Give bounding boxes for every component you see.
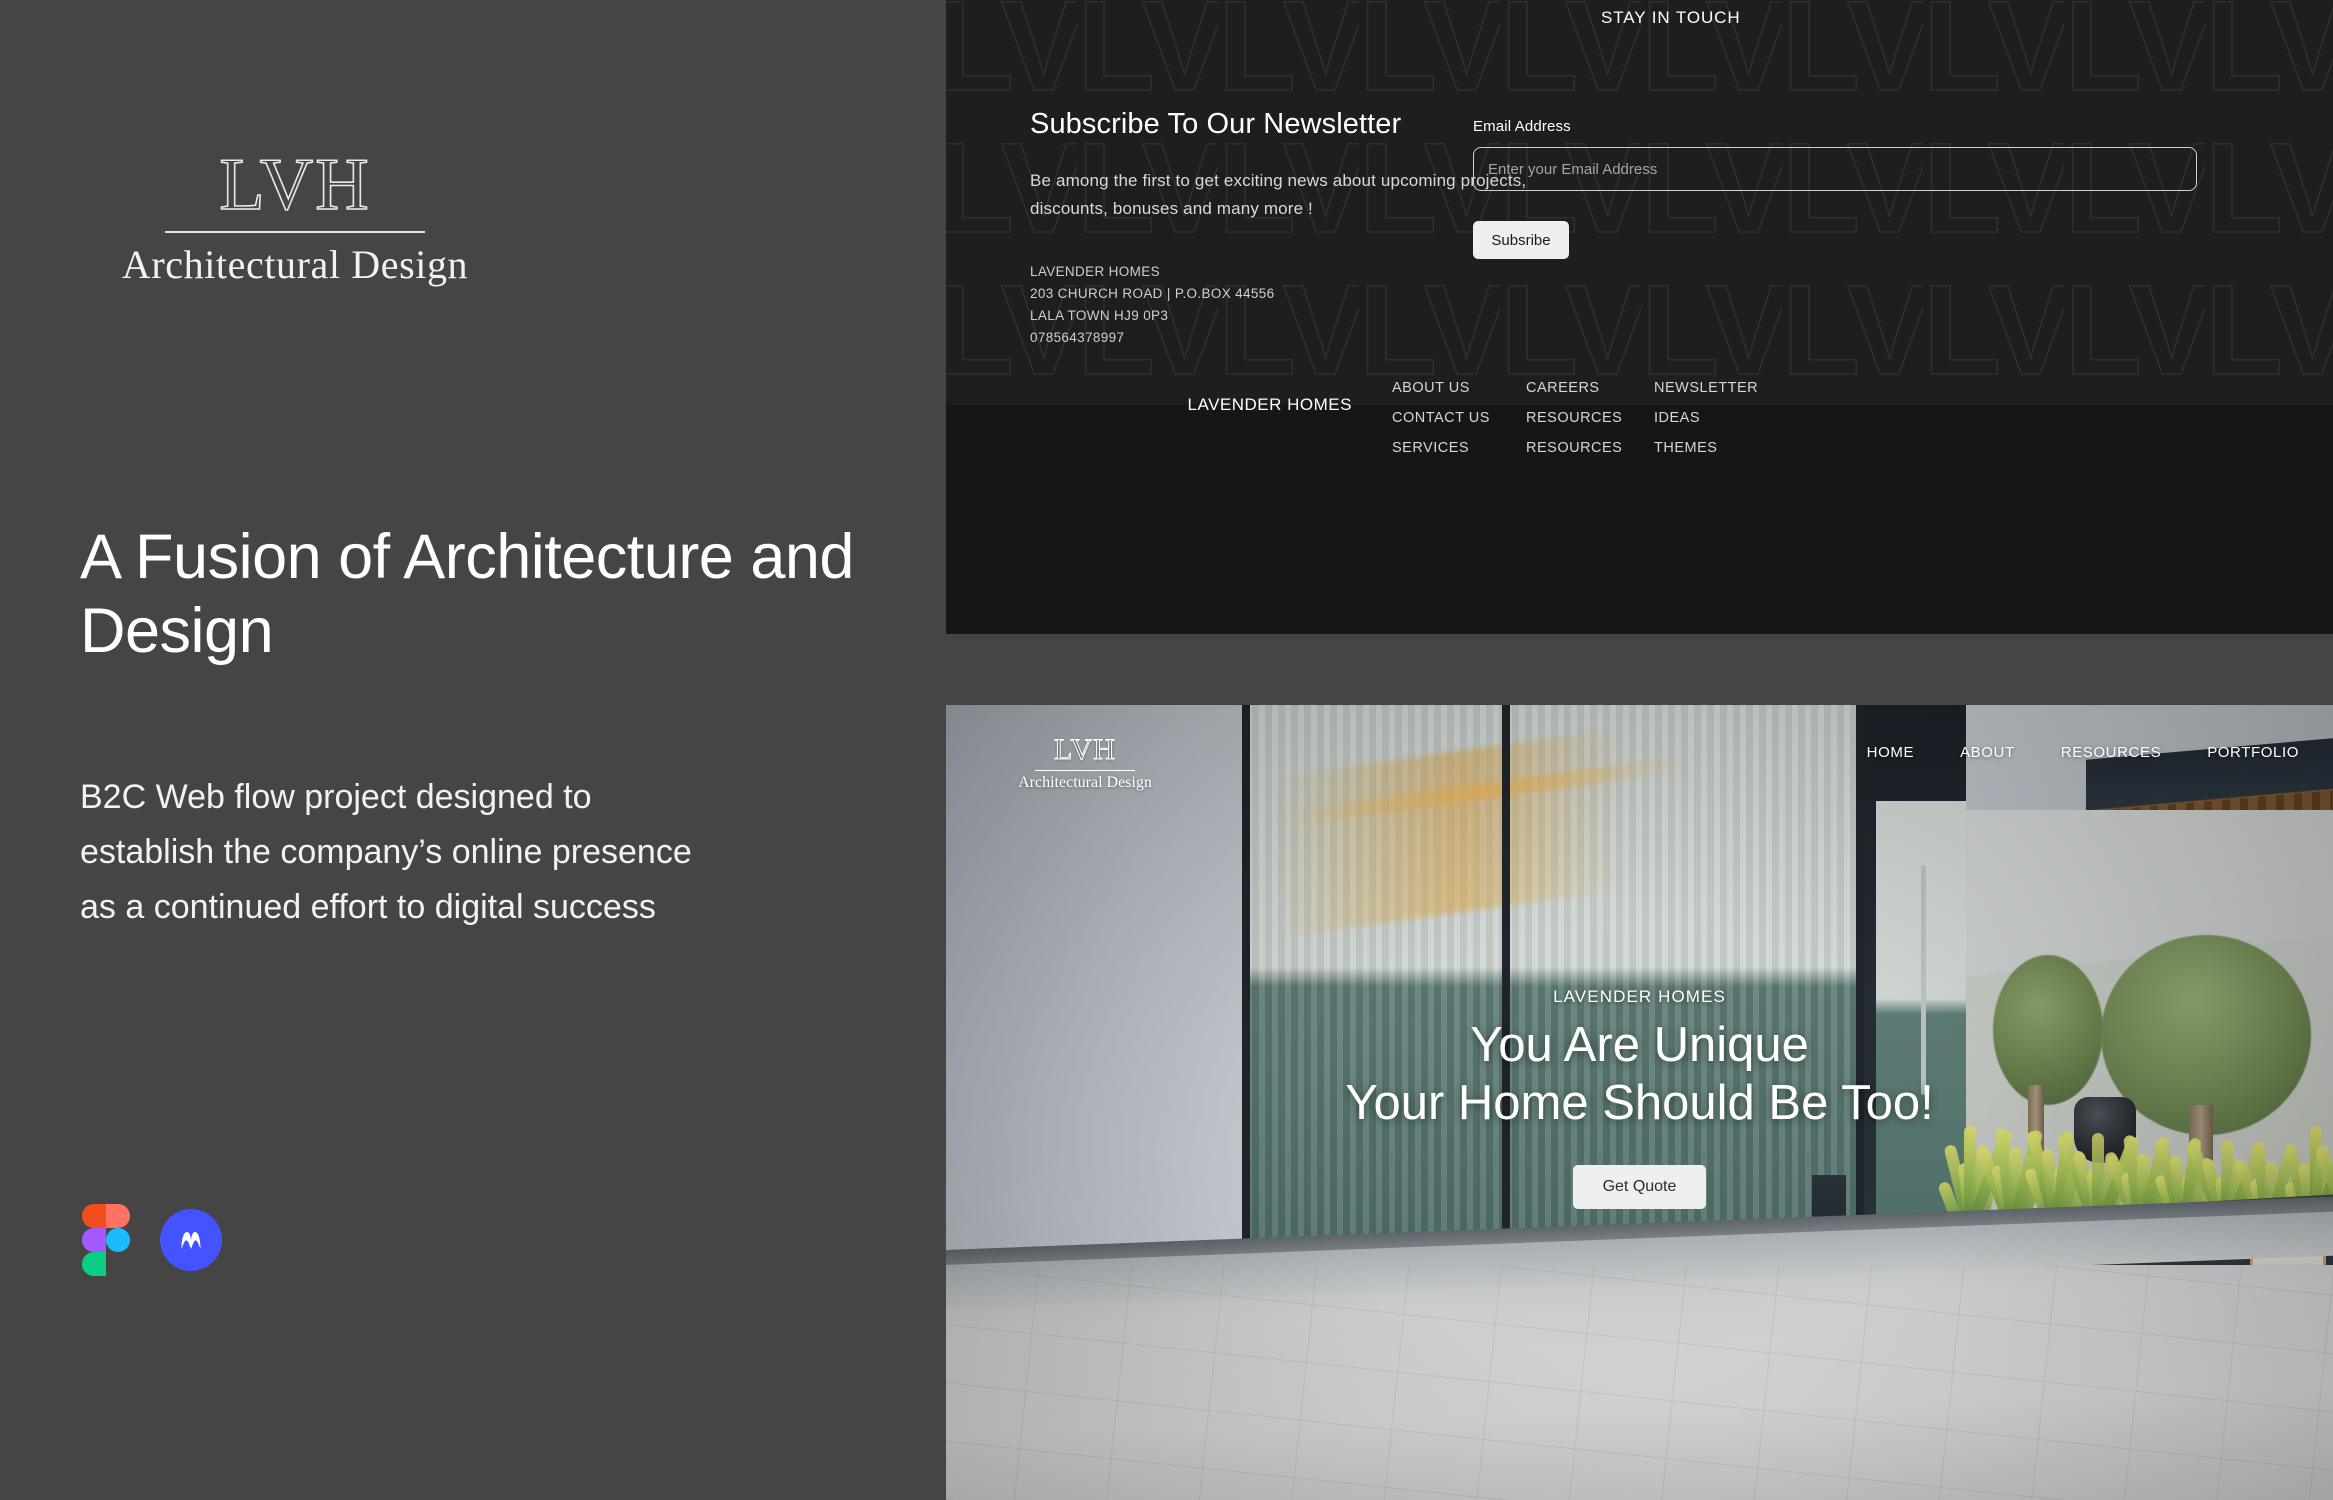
- project-description: B2C Web flow project designed to establi…: [80, 778, 692, 927]
- brand-logo: LVH Architectural Design: [80, 144, 510, 288]
- hero-lvh-monogram: LVH: [1054, 733, 1116, 766]
- email-field-label: Email Address: [1473, 118, 1571, 135]
- hero-title: You Are Unique Your Home Should Be Too!: [946, 1017, 2333, 1133]
- footer-link-ideas[interactable]: IDEAS: [1654, 403, 1758, 433]
- newsletter-form: Email Address Subsribe: [1473, 118, 2213, 259]
- company-address: LAVENDER HOMES 203 CHURCH ROAD | P.O.BOX…: [1030, 261, 1590, 348]
- footer-link-careers[interactable]: CAREERS: [1526, 373, 1622, 403]
- hero-logo-divider: [1035, 770, 1135, 772]
- nav-link-resources[interactable]: RESOURCES: [2061, 744, 2161, 761]
- subscribe-button[interactable]: Subsribe: [1473, 221, 1569, 259]
- hero-navigation: HOME ABOUT RESOURCES PORTFOLIO: [1867, 744, 2299, 761]
- lvh-monogram: LVH: [219, 144, 371, 226]
- footer-link-about-us[interactable]: ABOUT US: [1392, 373, 1490, 403]
- address-line-phone: 078564378997: [1030, 329, 1125, 345]
- page-title: A Fusion of Architecture and Design: [80, 522, 854, 667]
- footer-column-1: ABOUT US CONTACT US SERVICES: [1392, 373, 1490, 463]
- address-line-company: LAVENDER HOMES: [1030, 264, 1160, 280]
- logo-divider: [165, 231, 425, 233]
- hero-content: LAVENDER HOMES You Are Unique Your Home …: [946, 987, 2333, 1209]
- figma-logo-icon: [82, 1204, 130, 1276]
- newsletter-section: LVH STAY IN TOUCH Subscribe To Our Newsl…: [946, 0, 2333, 634]
- footer-column-3: NEWSLETTER IDEAS THEMES: [1654, 373, 1758, 463]
- footer-column-2: CAREERS RESOURCES RESOURCES: [1526, 373, 1622, 463]
- stay-in-touch-label: STAY IN TOUCH: [1601, 8, 1741, 27]
- footer-link-resources-1[interactable]: RESOURCES: [1526, 403, 1622, 433]
- footer-link-newsletter[interactable]: NEWSLETTER: [1654, 373, 1758, 403]
- address-line-street: 203 CHURCH ROAD | P.O.BOX 44556: [1030, 285, 1275, 301]
- footer-link-area: LAVENDER HOMES ABOUT US CONTACT US SERVI…: [946, 380, 2333, 634]
- logo-subtitle: Architectural Design: [121, 242, 469, 287]
- footer-link-themes[interactable]: THEMES: [1654, 433, 1758, 463]
- hero-logo-subtitle: Architectural Design: [1018, 774, 1152, 792]
- nav-link-home[interactable]: HOME: [1867, 744, 1914, 761]
- hero-section: LVH Architectural Design HOME ABOUT RESO…: [946, 705, 2333, 1500]
- address-line-town: LALA TOWN HJ9 0P3: [1030, 307, 1169, 323]
- footer-link-resources-2[interactable]: RESOURCES: [1526, 433, 1622, 463]
- hero-eyebrow: LAVENDER HOMES: [1553, 987, 1726, 1006]
- right-mockup-column: LVH STAY IN TOUCH Subscribe To Our Newsl…: [946, 0, 2333, 1500]
- hero-title-line-2: Your Home Should Be Too!: [1345, 1075, 1934, 1130]
- footer-link-contact-us[interactable]: CONTACT US: [1392, 403, 1490, 433]
- presentation-canvas: LVH Architectural Design A Fusion of Arc…: [0, 0, 2333, 1500]
- tool-logos: [82, 1204, 222, 1276]
- hero-title-line-1: You Are Unique: [1470, 1018, 1809, 1072]
- get-quote-button[interactable]: Get Quote: [1572, 1164, 1707, 1209]
- nav-link-about[interactable]: ABOUT: [1960, 744, 2015, 761]
- left-intro-panel: LVH Architectural Design A Fusion of Arc…: [0, 0, 946, 1500]
- nav-link-portfolio[interactable]: PORTFOLIO: [2207, 744, 2299, 761]
- hero-brand-logo[interactable]: LVH Architectural Design: [1010, 733, 1160, 792]
- footer-brand: LAVENDER HOMES: [1187, 395, 1352, 414]
- email-input[interactable]: [1473, 147, 2197, 191]
- webflow-logo-icon: [160, 1209, 222, 1271]
- footer-link-services[interactable]: SERVICES: [1392, 433, 1490, 463]
